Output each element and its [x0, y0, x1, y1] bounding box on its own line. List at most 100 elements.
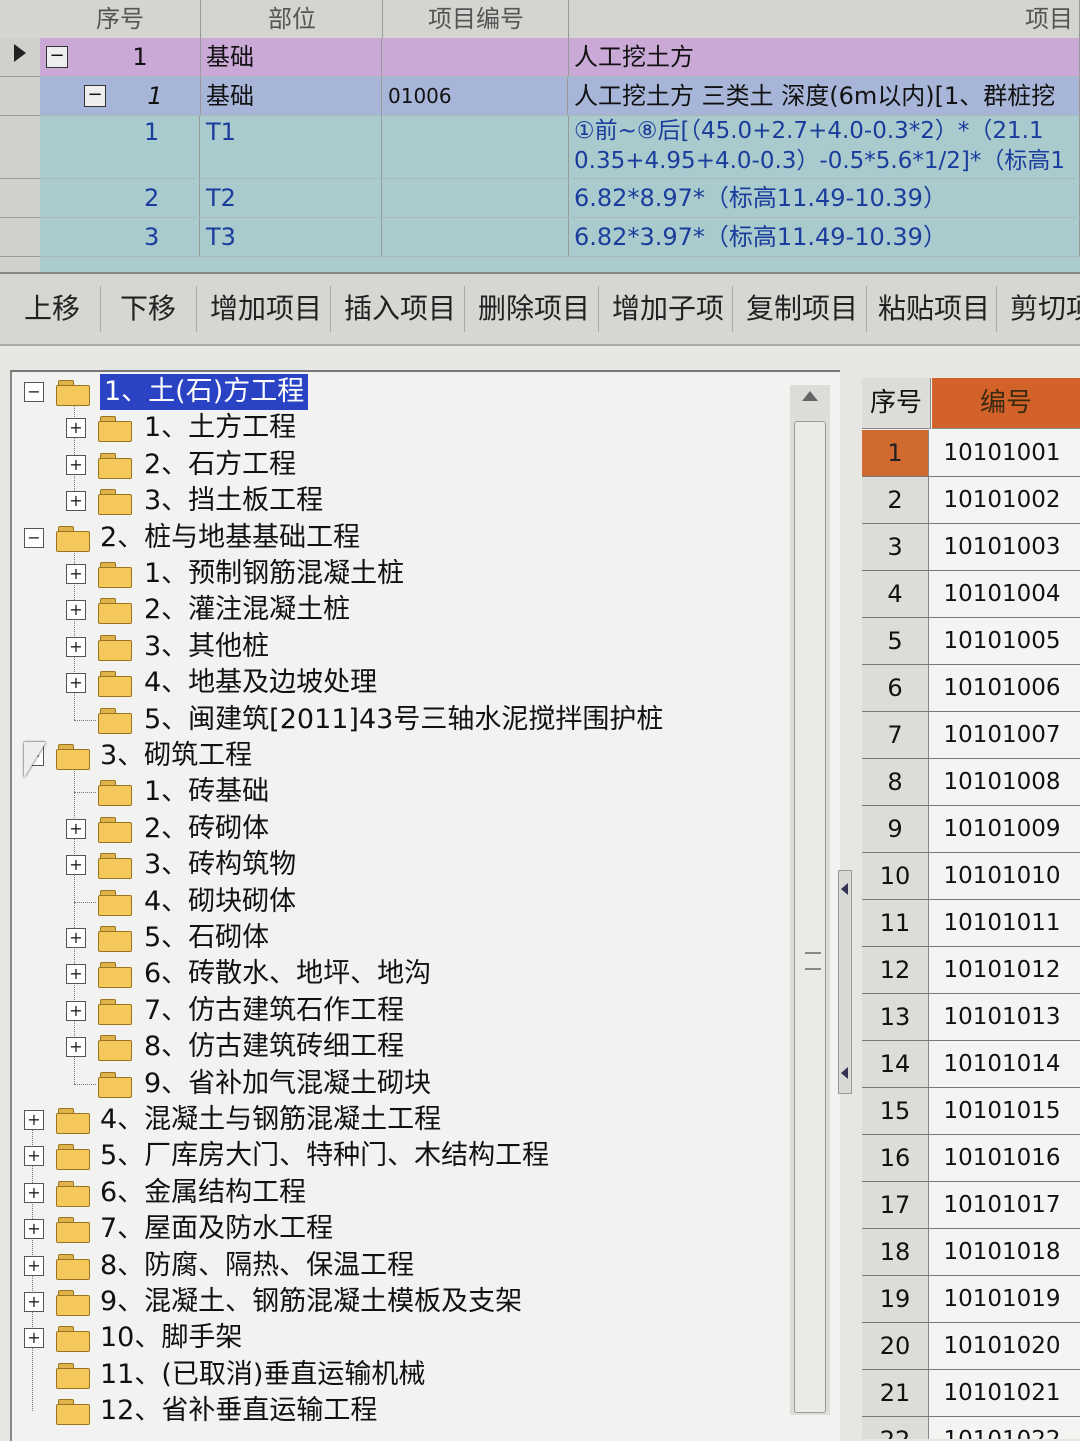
expand-icon[interactable]: + [66, 818, 86, 839]
row-header[interactable] [0, 116, 41, 179]
list-row[interactable]: 17 10101017 [862, 1182, 1080, 1229]
expand-icon[interactable]: + [24, 1328, 44, 1349]
expand-icon[interactable]: + [24, 1255, 44, 1276]
list-row[interactable]: 16 10101016 [862, 1135, 1080, 1182]
tree-node[interactable]: +5、石砌体 [12, 920, 792, 956]
collapse-left-arrow-icon[interactable] [841, 883, 848, 895]
list-row[interactable]: 11 10101011 [862, 900, 1080, 947]
expand-icon[interactable]: + [24, 1292, 44, 1312]
grid-row[interactable] [40, 257, 1080, 272]
expand-icon[interactable]: + [66, 1000, 86, 1021]
move-down-button[interactable]: 下移 [114, 288, 182, 330]
tree-node[interactable]: +3、砖构筑物 [12, 847, 792, 883]
tree-node[interactable]: +7、屋面及防水工程 [12, 1211, 792, 1247]
tree-node[interactable]: − 2、桩与地基基础工程 [12, 520, 792, 556]
list-row[interactable]: 19 10101019 [862, 1276, 1080, 1323]
expand-icon[interactable]: + [24, 1182, 44, 1203]
tree-node[interactable]: +7、仿古建筑石作工程 [12, 993, 792, 1029]
tree-node[interactable]: 4、砌块砌体 [12, 884, 792, 920]
cell-seq[interactable]: 2 [110, 179, 200, 217]
copy-item-button[interactable]: 复制项目 [740, 288, 864, 330]
insert-item-button[interactable]: 插入项目 [338, 288, 462, 330]
row-header[interactable] [0, 257, 41, 272]
cell-code[interactable] [384, 179, 569, 217]
list-header-index[interactable]: 序号 [862, 378, 931, 429]
delete-item-button[interactable]: 删除项目 [472, 288, 596, 330]
tree-node[interactable]: +8、仿古建筑砖细工程 [12, 1029, 792, 1065]
expand-icon[interactable]: + [66, 600, 86, 621]
row-header[interactable] [0, 77, 41, 116]
tree-node[interactable]: +5、厂库房大门、特种门、木结构工程 [12, 1138, 792, 1174]
tree-node[interactable]: +2、砖砌体 [12, 811, 792, 847]
expand-icon[interactable]: + [24, 1110, 44, 1130]
list-row[interactable]: 15 10101015 [862, 1088, 1080, 1135]
add-item-button[interactable]: 增加项目 [204, 288, 328, 330]
expand-icon[interactable]: + [66, 855, 86, 876]
grid-header-code[interactable]: 项目编号 [384, 0, 569, 38]
list-row[interactable]: 21 10101021 [862, 1370, 1080, 1417]
list-row[interactable]: 6 10101006 [862, 665, 1080, 712]
cell-location[interactable]: 基础 [202, 38, 382, 76]
tree-node[interactable]: +4、地基及边坡处理 [12, 665, 792, 701]
tree-node[interactable]: +10、脚手架 [12, 1320, 792, 1356]
cell-desc[interactable]: ①前~⑧后[（45.0+2.7+4.0-0.3*2）*（21.1 0.35+4.… [570, 116, 1080, 178]
expand-icon[interactable]: + [66, 673, 86, 694]
grid-header-location[interactable]: 部位 [202, 0, 383, 38]
paste-item-button[interactable]: 粘贴项目 [872, 288, 996, 330]
tree-node[interactable]: 9、省补加气混凝土砌块 [12, 1066, 792, 1102]
tree-node[interactable]: −3、砌筑工程 [12, 738, 792, 774]
list-row[interactable]: 14 10101014 [862, 1041, 1080, 1088]
list-row[interactable]: 8 10101008 [862, 759, 1080, 806]
expand-icon[interactable]: + [66, 491, 86, 512]
list-row[interactable]: 10 10101010 [862, 853, 1080, 900]
expand-icon[interactable]: + [66, 1037, 86, 1058]
tree-node[interactable]: +1、预制钢筋混凝土桩 [12, 556, 792, 592]
list-header-code[interactable]: 编号 [932, 378, 1080, 429]
panel-splitter[interactable] [838, 870, 852, 1094]
tree-scrollbar[interactable] [790, 385, 830, 1415]
tree-node[interactable]: 11、(已取消)垂直运输机械 [12, 1357, 792, 1393]
list-row[interactable]: 5 10101005 [862, 618, 1080, 665]
cell-code[interactable]: 01006 [384, 77, 568, 115]
cut-item-button[interactable]: 剪切项 [1004, 288, 1080, 330]
list-row[interactable]: 2210101022 [862, 1417, 1080, 1439]
cell-desc[interactable]: 6.82*3.97*（标高11.49-10.39） [570, 218, 1080, 256]
expand-icon[interactable]: + [24, 1219, 44, 1240]
tree-node[interactable]: +4、混凝土与钢筋混凝土工程 [12, 1102, 792, 1138]
tree-node[interactable]: +6、砖散水、地坪、地沟 [12, 956, 792, 992]
scrollbar-thumb[interactable] [794, 421, 826, 1413]
list-row[interactable]: 7 10101007 [862, 712, 1080, 759]
collapse-icon[interactable]: − [46, 46, 68, 68]
tree-node[interactable]: +2、石方工程 [12, 447, 792, 483]
expand-icon[interactable]: + [66, 928, 86, 948]
cell-seq[interactable]: 1 [110, 116, 200, 178]
list-row[interactable]: 2 10101002 [862, 477, 1080, 524]
cell-location[interactable]: T2 [202, 179, 382, 217]
grid-header-seq[interactable]: 序号 [40, 0, 201, 38]
expand-icon[interactable]: + [66, 454, 86, 475]
grid-row[interactable]: 2 T2 6.82*8.97*（标高11.49-10.39） [40, 179, 1080, 218]
tree-node[interactable]: +9、混凝土、钢筋混凝土模板及支架 [12, 1284, 792, 1320]
list-row[interactable]: 20 10101020 [862, 1323, 1080, 1370]
grid-row[interactable]: 1 T1 ①前~⑧后[（45.0+2.7+4.0-0.3*2）*（21.1 0.… [40, 116, 1080, 179]
list-row[interactable]: 12 10101012 [862, 947, 1080, 994]
tree-node[interactable]: 1、砖基础 [12, 774, 792, 810]
cell-desc[interactable]: 人工挖土方 [570, 38, 1080, 76]
scroll-up-arrow-icon[interactable] [802, 391, 818, 401]
row-header[interactable] [0, 179, 41, 218]
list-row[interactable]: 18 10101018 [862, 1229, 1080, 1276]
cell-code[interactable] [384, 218, 569, 256]
move-up-button[interactable]: 上移 [18, 288, 86, 330]
expand-icon[interactable]: + [24, 1146, 44, 1167]
expand-icon[interactable]: + [66, 636, 86, 657]
grid-row[interactable]: 3 T3 6.82*3.97*（标高11.49-10.39） [40, 218, 1080, 257]
tree-node[interactable]: +6、金属结构工程 [12, 1175, 792, 1211]
cell-code[interactable] [384, 38, 569, 76]
cell-seq[interactable]: 1 [80, 38, 201, 76]
list-row[interactable]: 3 10101003 [862, 524, 1080, 571]
grid-row[interactable]: − 1 基础 人工挖土方 [40, 38, 1080, 77]
expand-icon[interactable]: + [66, 564, 86, 584]
row-header[interactable] [0, 218, 41, 257]
tree-node[interactable]: +2、灌注混凝土桩 [12, 592, 792, 628]
cell-desc[interactable]: 6.82*8.97*（标高11.49-10.39） [570, 179, 1080, 217]
